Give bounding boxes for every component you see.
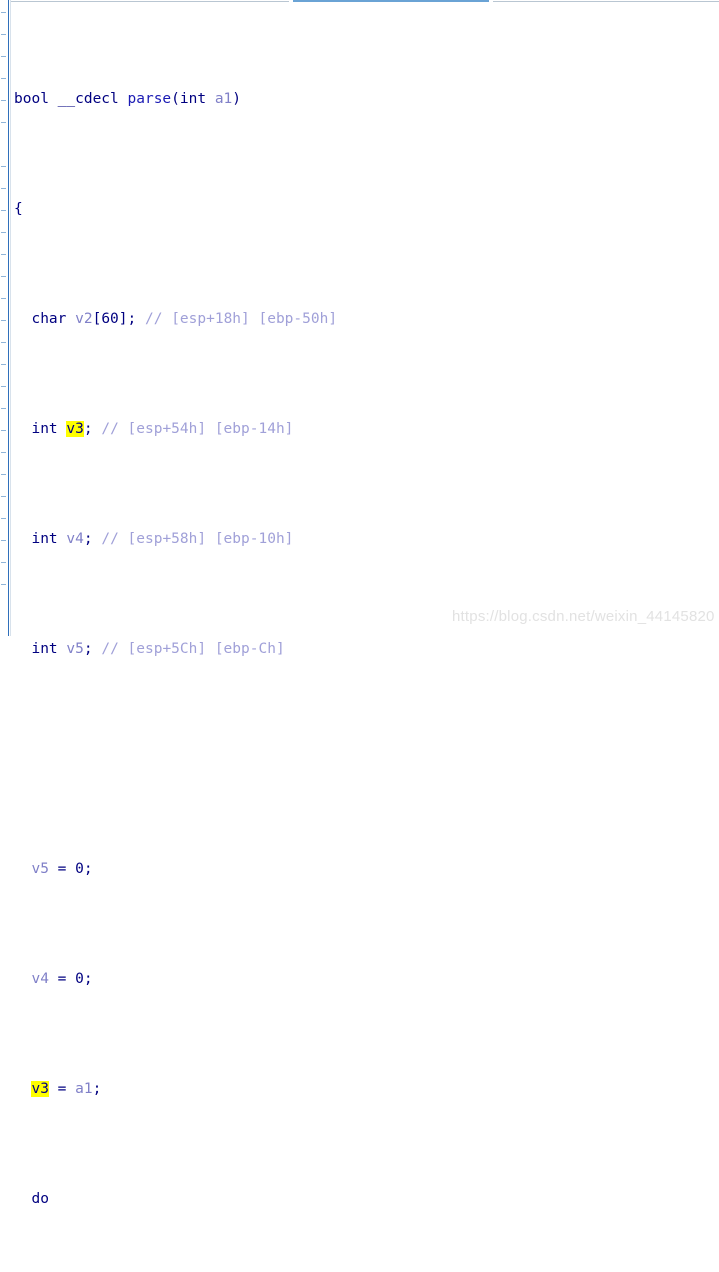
gutter-tick	[1, 584, 6, 585]
gutter-tick	[1, 562, 6, 563]
gutter-tick	[1, 342, 6, 343]
gutter-tick	[1, 496, 6, 497]
token-semicolon: ;	[83, 641, 93, 657]
gutter-tick	[1, 254, 6, 255]
gutter-tick	[1, 298, 6, 299]
gutter-tick	[1, 408, 6, 409]
token-param-type: int	[179, 91, 207, 107]
token-var-v4[interactable]: v4	[66, 531, 83, 547]
token-semicolon: ;	[83, 421, 93, 437]
token-number-zero: 0	[75, 971, 84, 987]
gutter-tick	[1, 122, 6, 123]
code-line-decl-v2[interactable]: char v2[60]; // [esp+18h] [ebp-50h]	[11, 308, 719, 330]
gutter-tick	[1, 540, 6, 541]
gutter-tick	[1, 232, 6, 233]
token-semicolon: ;	[83, 531, 93, 547]
token-bracket: ];	[118, 311, 137, 327]
token-operator-assign: =	[57, 971, 67, 987]
code-body[interactable]: bool __cdecl parse(int a1) { char v2[60]…	[11, 0, 719, 1272]
token-comment: // [esp+5Ch] [ebp-Ch]	[101, 641, 285, 657]
token-semicolon: ;	[83, 861, 93, 877]
gutter-vertical-rule	[8, 0, 9, 636]
code-line-assign-v4[interactable]: v4 = 0;	[11, 968, 719, 990]
token-return-type: bool	[14, 91, 49, 107]
gutter-tick	[1, 78, 6, 79]
token-semicolon: ;	[92, 1081, 102, 1097]
gutter-tick	[1, 210, 6, 211]
code-line-decl-v3[interactable]: int v3; // [esp+54h] [ebp-14h]	[11, 418, 719, 440]
gutter-tick	[1, 386, 6, 387]
token-var-v3-highlighted[interactable]: v3	[66, 421, 84, 437]
token-var-v5[interactable]: v5	[66, 641, 83, 657]
gutter-tick	[1, 452, 6, 453]
token-var-v4[interactable]: v4	[31, 971, 48, 987]
token-var-a1[interactable]: a1	[75, 1081, 92, 1097]
token-type-int: int	[31, 421, 58, 437]
token-type-int: int	[31, 641, 58, 657]
token-var-v3-highlighted[interactable]: v3	[31, 1081, 49, 1097]
gutter-tick	[1, 364, 6, 365]
gutter-tick	[1, 188, 6, 189]
gutter-tick	[1, 320, 6, 321]
pseudocode-editor[interactable]: bool __cdecl parse(int a1) { char v2[60]…	[0, 0, 719, 1207]
token-calling-convention: __cdecl	[57, 91, 119, 107]
token-operator-assign: =	[57, 1081, 67, 1097]
gutter-tick	[1, 12, 6, 13]
gutter-tick	[1, 100, 6, 101]
token-params: (	[171, 91, 180, 107]
token-paren-close: )	[232, 91, 242, 107]
code-line-assign-v5[interactable]: v5 = 0;	[11, 858, 719, 880]
gutter-tick	[1, 34, 6, 35]
token-comment: // [esp+18h] [ebp-50h]	[145, 311, 338, 327]
token-operator-assign: =	[57, 861, 67, 877]
token-semicolon: ;	[83, 971, 93, 987]
token-function-name[interactable]: parse	[128, 91, 172, 107]
token-comment: // [esp+54h] [ebp-14h]	[101, 421, 294, 437]
gutter-tick	[1, 276, 6, 277]
token-type-char: char	[31, 311, 67, 327]
line-marker-gutter[interactable]	[0, 0, 11, 636]
token-comment: // [esp+58h] [ebp-10h]	[101, 531, 294, 547]
gutter-tick	[1, 430, 6, 431]
token-number-zero: 0	[75, 861, 84, 877]
code-line-signature[interactable]: bool __cdecl parse(int a1)	[11, 88, 719, 110]
token-brace: {	[14, 201, 23, 217]
gutter-tick	[1, 166, 6, 167]
code-line-decl-v4[interactable]: int v4; // [esp+58h] [ebp-10h]	[11, 528, 719, 550]
code-line-do[interactable]: do	[11, 1188, 719, 1210]
token-var-v2[interactable]: v2	[75, 311, 92, 327]
gutter-tick	[1, 474, 6, 475]
gutter-tick	[1, 56, 6, 57]
token-type-int: int	[31, 531, 58, 547]
token-var-v5[interactable]: v5	[31, 861, 48, 877]
token-keyword-do: do	[31, 1191, 49, 1207]
gutter-tick	[1, 518, 6, 519]
token-param-a1[interactable]: a1	[215, 91, 232, 107]
token-array-size: 60	[101, 311, 119, 327]
code-line-decl-v5[interactable]: int v5; // [esp+5Ch] [ebp-Ch]	[11, 638, 719, 660]
code-line-open-brace[interactable]: {	[11, 198, 719, 220]
code-line-assign-v3-a1[interactable]: v3 = a1;	[11, 1078, 719, 1100]
